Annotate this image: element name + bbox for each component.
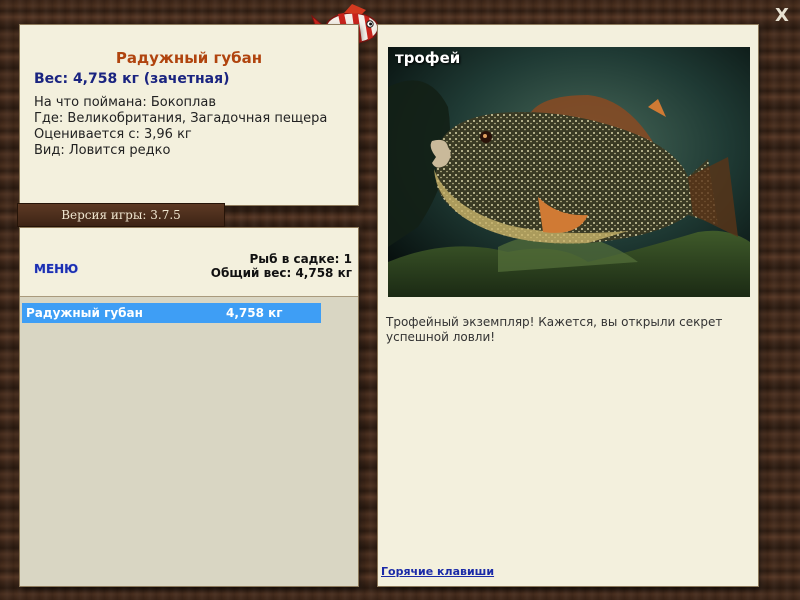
cage-total-weight: Общий вес: 4,758 кг bbox=[210, 266, 352, 280]
trophy-label: трофей bbox=[395, 49, 461, 67]
fish-info-panel: Радужный губан Вес: 4,758 кг (зачетная) … bbox=[20, 25, 358, 205]
fish-detail-panel: трофей Трофейный экземпляр! Кажется, вы … bbox=[378, 25, 758, 586]
bait-info: На что поймана: Бокоплав bbox=[34, 95, 216, 110]
game-version: Версия игры: 3.7.5 bbox=[18, 204, 224, 226]
value-info: Оценивается с: 3,96 кг bbox=[34, 127, 192, 142]
cage-header: МЕНЮ Рыб в садке: 1 Общий вес: 4,758 кг bbox=[20, 228, 358, 297]
rarity-info: Вид: Ловится редко bbox=[34, 143, 171, 158]
trophy-description: Трофейный экземпляр! Кажется, вы открыли… bbox=[386, 315, 723, 344]
close-button[interactable]: X bbox=[772, 6, 792, 26]
close-icon: X bbox=[775, 5, 789, 26]
table-row[interactable]: Радужный губан 4,758 кг bbox=[22, 303, 321, 323]
cage-count: Рыб в садке: 1 bbox=[249, 252, 353, 266]
fish-weight: Вес: 4,758 кг (зачетная) bbox=[34, 71, 230, 87]
fish-name: Радужный губан bbox=[115, 49, 263, 67]
location-info: Где: Великобритания, Загадочная пещера bbox=[34, 111, 328, 126]
fish-photo: трофей bbox=[388, 47, 750, 297]
hotkeys-link[interactable]: Горячие клавиши bbox=[381, 565, 494, 578]
cage-panel: МЕНЮ Рыб в садке: 1 Общий вес: 4,758 кг … bbox=[20, 228, 358, 586]
fish-image bbox=[388, 47, 750, 297]
catch-name: Радужный губан bbox=[26, 306, 143, 320]
catch-weight: 4,758 кг bbox=[226, 306, 283, 320]
menu-button[interactable]: МЕНЮ bbox=[34, 262, 78, 276]
